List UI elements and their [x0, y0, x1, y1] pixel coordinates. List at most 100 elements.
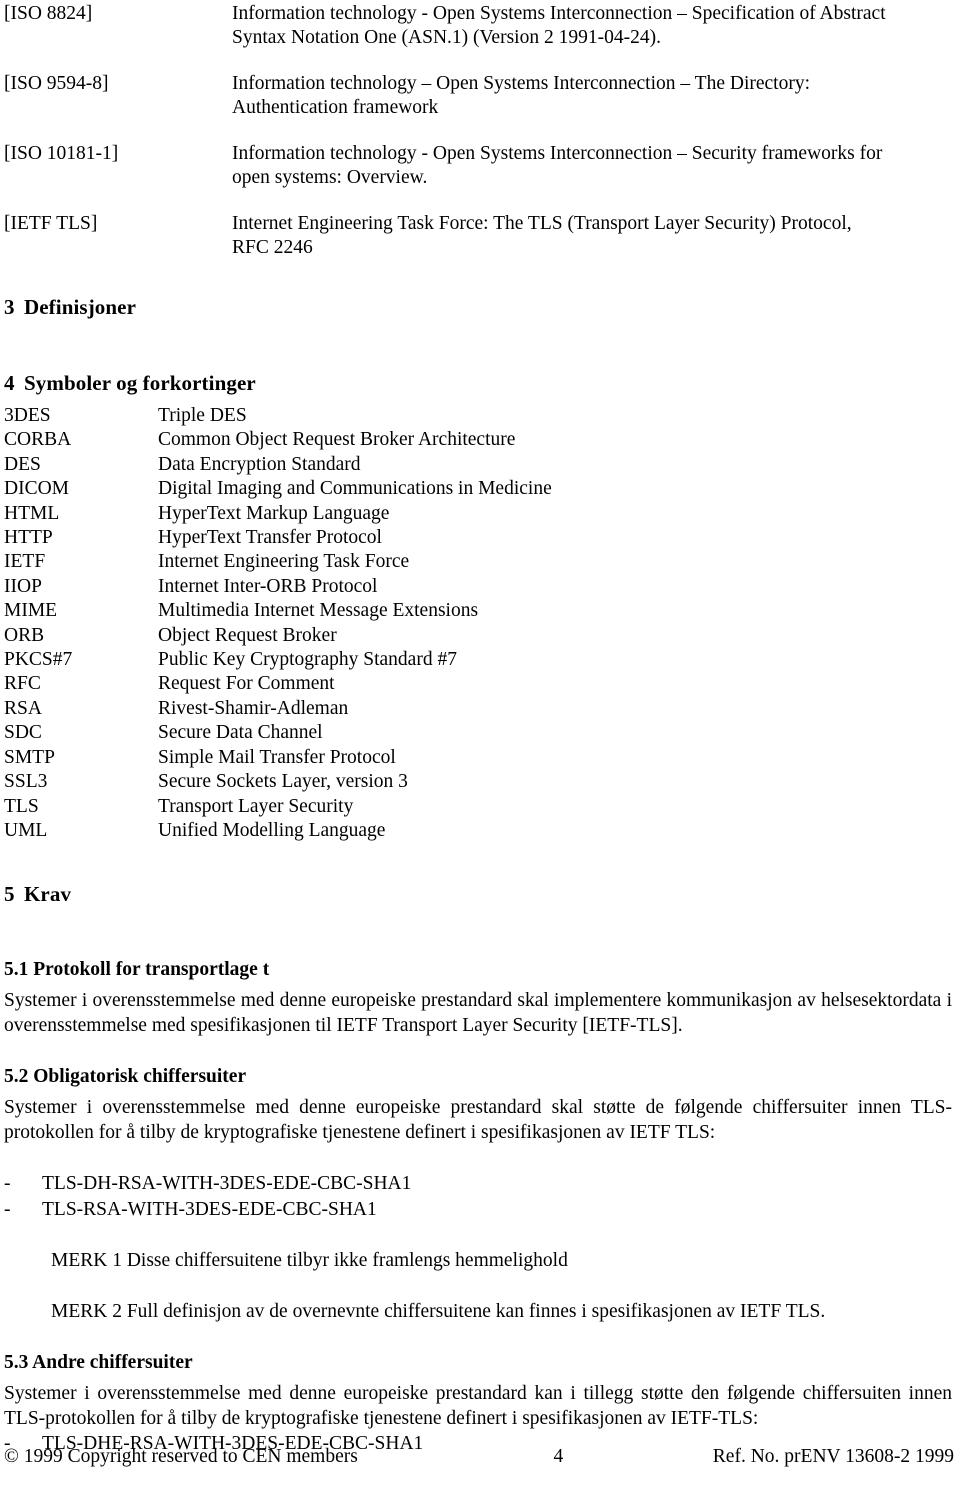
abbreviation-term: HTML — [4, 502, 60, 524]
reference-line: RFC 2246 — [232, 237, 313, 258]
subsection-heading-5-1: 5.1 Protokoll for transportlage t — [4, 959, 270, 981]
table-row: ORB Object Request Broker — [4, 624, 552, 648]
abbreviation-definition: Unified Modelling Language — [158, 819, 386, 841]
subsection-5-1-paragraph: Systemer i overensstemmelse med denne eu… — [4, 990, 952, 1037]
abbreviation-definition: Simple Mail Transfer Protocol — [158, 746, 396, 768]
reference-text: Information technology - Open Systems In… — [232, 142, 954, 190]
table-row: IIOP Internet Inter-ORB Protocol — [4, 575, 552, 599]
reference-key: [ISO 9594-8] — [4, 73, 109, 94]
abbreviation-definition: Triple DES — [158, 405, 247, 426]
abbreviation-definition: Public Key Cryptography Standard #7 — [158, 649, 457, 671]
abbreviation-term: RFC — [4, 673, 41, 695]
reference-line: Authentication framework — [232, 97, 439, 118]
bullet-marker: - — [4, 1173, 11, 1195]
reference-text: Internet Engineering Task Force: The TLS… — [232, 212, 954, 260]
abbreviation-definition: Request For Comment — [158, 673, 335, 695]
footer-reference: Ref. No. prENV 13608-2 1999 — [712, 1446, 954, 1467]
reference-key: [IETF TLS] — [4, 213, 98, 234]
subsection-heading-5-3: 5.3 Andre chiffersuiter — [4, 1352, 193, 1374]
abbreviation-definition: Internet Engineering Task Force — [158, 551, 410, 573]
cipher-suite-name: TLS-DH-RSA-WITH-3DES-EDE-CBC-SHA1 — [42, 1173, 412, 1195]
footer-page-number: 4 — [553, 1446, 564, 1467]
abbreviation-definition: Common Object Request Broker Architectur… — [158, 429, 516, 451]
table-row: IETF Internet Engineering Task Force — [4, 550, 552, 574]
abbreviation-term: IIOP — [4, 575, 42, 597]
abbreviation-term: 3DES — [4, 405, 51, 426]
table-row: 3DES Triple DES — [4, 404, 552, 428]
abbreviation-term: PKCS#7 — [4, 649, 73, 671]
abbreviation-term: CORBA — [4, 429, 72, 451]
abbreviation-term: SMTP — [4, 746, 55, 768]
reference-key: [ISO 10181-1] — [4, 143, 119, 164]
page-footer: © 1999 Copyright reserved to CEN members… — [4, 1445, 954, 1469]
table-row: DES Data Encryption Standard — [4, 453, 552, 477]
reference-line: Internet Engineering Task Force: The TLS… — [232, 213, 852, 234]
abbreviation-term: SSL3 — [4, 771, 48, 793]
abbreviation-definition: Secure Data Channel — [158, 722, 323, 744]
table-row: CORBA Common Object Request Broker Archit… — [4, 428, 552, 452]
table-row: PKCS#7 Public Key Cryptography Standard #… — [4, 648, 552, 672]
bullet-marker: - — [4, 1198, 11, 1220]
reference-entry: [ISO 9594-8] Information technology – Op… — [4, 72, 954, 120]
reference-text: Information technology – Open Systems In… — [232, 72, 954, 120]
abbreviation-term: DES — [4, 453, 41, 475]
table-row: DICOM Digital Imaging and Communications … — [4, 477, 552, 501]
table-row: RFC Request For Comment — [4, 672, 552, 696]
table-row: TLS Transport Layer Security — [4, 795, 552, 819]
reference-entry: [IETF TLS] Internet Engineering Task For… — [4, 212, 954, 260]
abbreviation-definition: HyperText Markup Language — [158, 502, 390, 524]
table-row: HTML HyperText Markup Language — [4, 502, 552, 526]
reference-line: Information technology - Open Systems In… — [232, 3, 886, 24]
table-row: SMTP Simple Mail Transfer Protocol — [4, 746, 552, 770]
abbreviations-body: 3DES Triple DES CORBA Common Object Reques… — [4, 404, 552, 843]
note-merk-1: MERK 1 Disse chiffersuitene tilbyr ikke … — [51, 1250, 568, 1272]
section-number: 5 — [4, 882, 15, 907]
abbreviation-definition: HyperText Transfer Protocol — [158, 527, 382, 549]
reference-key: [ISO 8824] — [4, 3, 93, 24]
reference-entry: [ISO 10181-1] Information technology - O… — [4, 142, 954, 190]
table-row: SDC Secure Data Channel — [4, 721, 552, 745]
abbreviation-term: RSA — [4, 697, 42, 719]
section-title: Krav — [24, 882, 72, 907]
abbreviation-term: SDC — [4, 722, 42, 744]
table-row: UML Unified Modelling Language — [4, 819, 552, 843]
note-merk-2: MERK 2 Full definisjon av de overnevnte … — [51, 1301, 826, 1323]
abbreviation-term: UML — [4, 819, 48, 841]
section-title: Symboler og forkortinger — [24, 371, 256, 395]
abbreviation-term: DICOM — [4, 478, 70, 500]
normative-references-list: [ISO 8824] Information technology - Open… — [4, 0, 954, 260]
section-heading-5: 5 Krav — [4, 881, 954, 907]
abbreviation-definition: Transport Layer Security — [158, 795, 354, 817]
section-title: Definisjoner — [24, 295, 137, 319]
abbreviation-definition: Multimedia Internet Message Extensions — [158, 600, 479, 622]
abbreviation-definition: Internet Inter-ORB Protocol — [158, 575, 378, 597]
section-number: 4 — [4, 371, 15, 395]
abbreviation-term: ORB — [4, 624, 45, 646]
reference-text: Information technology - Open Systems In… — [232, 2, 954, 50]
reference-entry: [ISO 8824] Information technology - Open… — [4, 2, 954, 50]
abbreviation-definition: Secure Sockets Layer, version 3 — [158, 771, 408, 793]
section-heading-3: 3 Definisjoner — [4, 294, 954, 320]
subsection-5-3-paragraph: Systemer i overensstemmelse med denne eu… — [4, 1383, 952, 1430]
abbreviation-definition: Data Encryption Standard — [158, 453, 361, 475]
abbreviation-term: HTTP — [4, 527, 53, 549]
reference-line: Information technology – Open Systems In… — [232, 73, 810, 94]
reference-line: Information technology - Open Systems In… — [232, 143, 883, 164]
abbreviations-table: 3DES Triple DES CORBA Common Object Reques… — [4, 404, 552, 843]
abbreviation-term: TLS — [4, 795, 39, 817]
document-page: [ISO 8824] Information technology - Open… — [0, 0, 960, 1487]
cipher-suite-name: TLS-RSA-WITH-3DES-EDE-CBC-SHA1 — [42, 1198, 377, 1220]
abbreviation-definition: Rivest-Shamir-Adleman — [158, 697, 349, 719]
abbreviation-definition: Digital Imaging and Communications in Me… — [158, 478, 552, 500]
subsection-5-2-paragraph: Systemer i overensstemmelse med denne eu… — [4, 1097, 952, 1144]
list-item: - TLS-DH-RSA-WITH-3DES-EDE-CBC-SHA1 — [4, 1171, 954, 1197]
footer-copyright: © 1999 Copyright reserved to CEN members — [4, 1446, 358, 1467]
table-row: MIME Multimedia Internet Message Extensio… — [4, 599, 552, 623]
abbreviation-term: MIME — [4, 600, 58, 622]
reference-line: Syntax Notation One (ASN.1) (Version 2 1… — [232, 27, 661, 48]
subsection-heading-5-2: 5.2 Obligatorisk chiffersuiter — [4, 1066, 247, 1088]
section-number: 3 — [4, 295, 15, 319]
table-row: HTTP HyperText Transfer Protocol — [4, 526, 552, 550]
table-row: SSL3 Secure Sockets Layer, version 3 — [4, 770, 552, 794]
list-item: - TLS-RSA-WITH-3DES-EDE-CBC-SHA1 — [4, 1197, 954, 1223]
